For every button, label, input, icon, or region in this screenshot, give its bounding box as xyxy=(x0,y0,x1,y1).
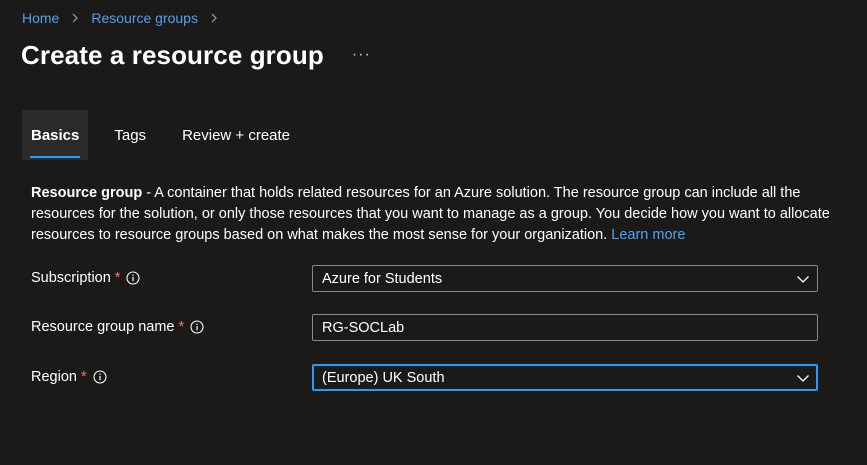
resource-group-name-label-text: Resource group name xyxy=(31,319,175,335)
resource-group-name-input[interactable]: RG-SOCLab xyxy=(312,314,818,341)
subscription-label-text: Subscription xyxy=(31,270,111,286)
chevron-down-icon xyxy=(795,271,811,287)
breadcrumb-resource-groups-link[interactable]: Resource groups xyxy=(91,10,198,26)
breadcrumb: Home Resource groups xyxy=(22,10,230,26)
info-icon[interactable] xyxy=(190,320,204,334)
tab-bar: Basics Tags Review + create xyxy=(22,110,298,160)
subscription-label: Subscription * xyxy=(31,270,141,286)
required-indicator: * xyxy=(80,369,87,385)
learn-more-link[interactable]: Learn more xyxy=(611,227,685,243)
chevron-down-icon xyxy=(795,370,811,386)
title-row: Create a resource group ··· xyxy=(21,40,371,71)
more-options-button[interactable]: ··· xyxy=(352,46,371,64)
resource-group-name-row: Resource group name * RG-SOCLab xyxy=(31,314,821,342)
page-title: Create a resource group xyxy=(21,40,324,70)
subscription-value: Azure for Students xyxy=(322,270,443,287)
breadcrumb-home-link[interactable]: Home xyxy=(22,10,59,26)
chevron-right-icon xyxy=(69,12,81,24)
required-indicator: * xyxy=(114,270,121,286)
info-icon[interactable] xyxy=(126,271,141,285)
subscription-row: Subscription * Azure for Students xyxy=(31,265,821,293)
description-text: - A container that holds related resourc… xyxy=(31,185,830,243)
info-icon[interactable] xyxy=(93,370,107,384)
tab-basics[interactable]: Basics xyxy=(22,110,89,160)
subscription-dropdown[interactable]: Azure for Students xyxy=(312,265,818,292)
region-dropdown[interactable]: (Europe) UK South xyxy=(312,364,818,391)
region-label: Region * xyxy=(31,369,107,385)
region-value: (Europe) UK South xyxy=(322,369,445,386)
resource-group-name-label: Resource group name * xyxy=(31,319,204,335)
region-label-text: Region xyxy=(31,369,77,385)
resource-group-name-value: RG-SOCLab xyxy=(322,319,405,336)
chevron-right-icon xyxy=(208,12,220,24)
tab-review-create[interactable]: Review + create xyxy=(174,110,298,160)
region-row: Region * (Europe) UK South xyxy=(31,364,821,392)
required-indicator: * xyxy=(178,319,185,335)
description-title: Resource group xyxy=(31,185,143,201)
resource-group-description: Resource group - A container that holds … xyxy=(31,183,831,246)
tab-tags[interactable]: Tags xyxy=(106,110,154,160)
create-resource-group-page: Home Resource groups Create a resource g… xyxy=(0,0,867,465)
